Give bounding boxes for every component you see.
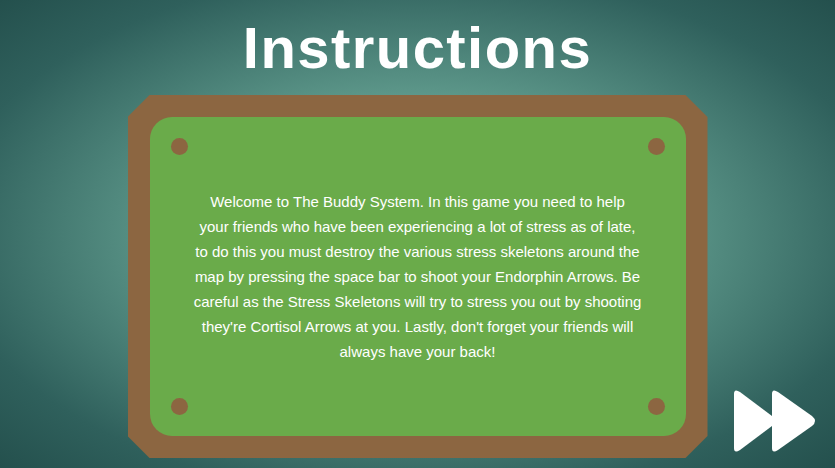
panel-rivet — [648, 138, 665, 155]
instructions-screen: Instructions Welcome to The Buddy System.… — [0, 0, 835, 468]
panel-rivet — [171, 138, 188, 155]
instructions-panel: Welcome to The Buddy System. In this gam… — [150, 117, 686, 436]
fast-forward-icon — [728, 388, 822, 454]
title-bar: Instructions — [0, 0, 835, 95]
panel-rivet — [648, 398, 665, 415]
instructions-text: Welcome to The Buddy System. In this gam… — [194, 189, 642, 364]
skip-button[interactable] — [727, 386, 823, 456]
title: Instructions — [243, 19, 592, 77]
panel-rivet — [171, 398, 188, 415]
instructions-board: Welcome to The Buddy System. In this gam… — [128, 95, 708, 458]
